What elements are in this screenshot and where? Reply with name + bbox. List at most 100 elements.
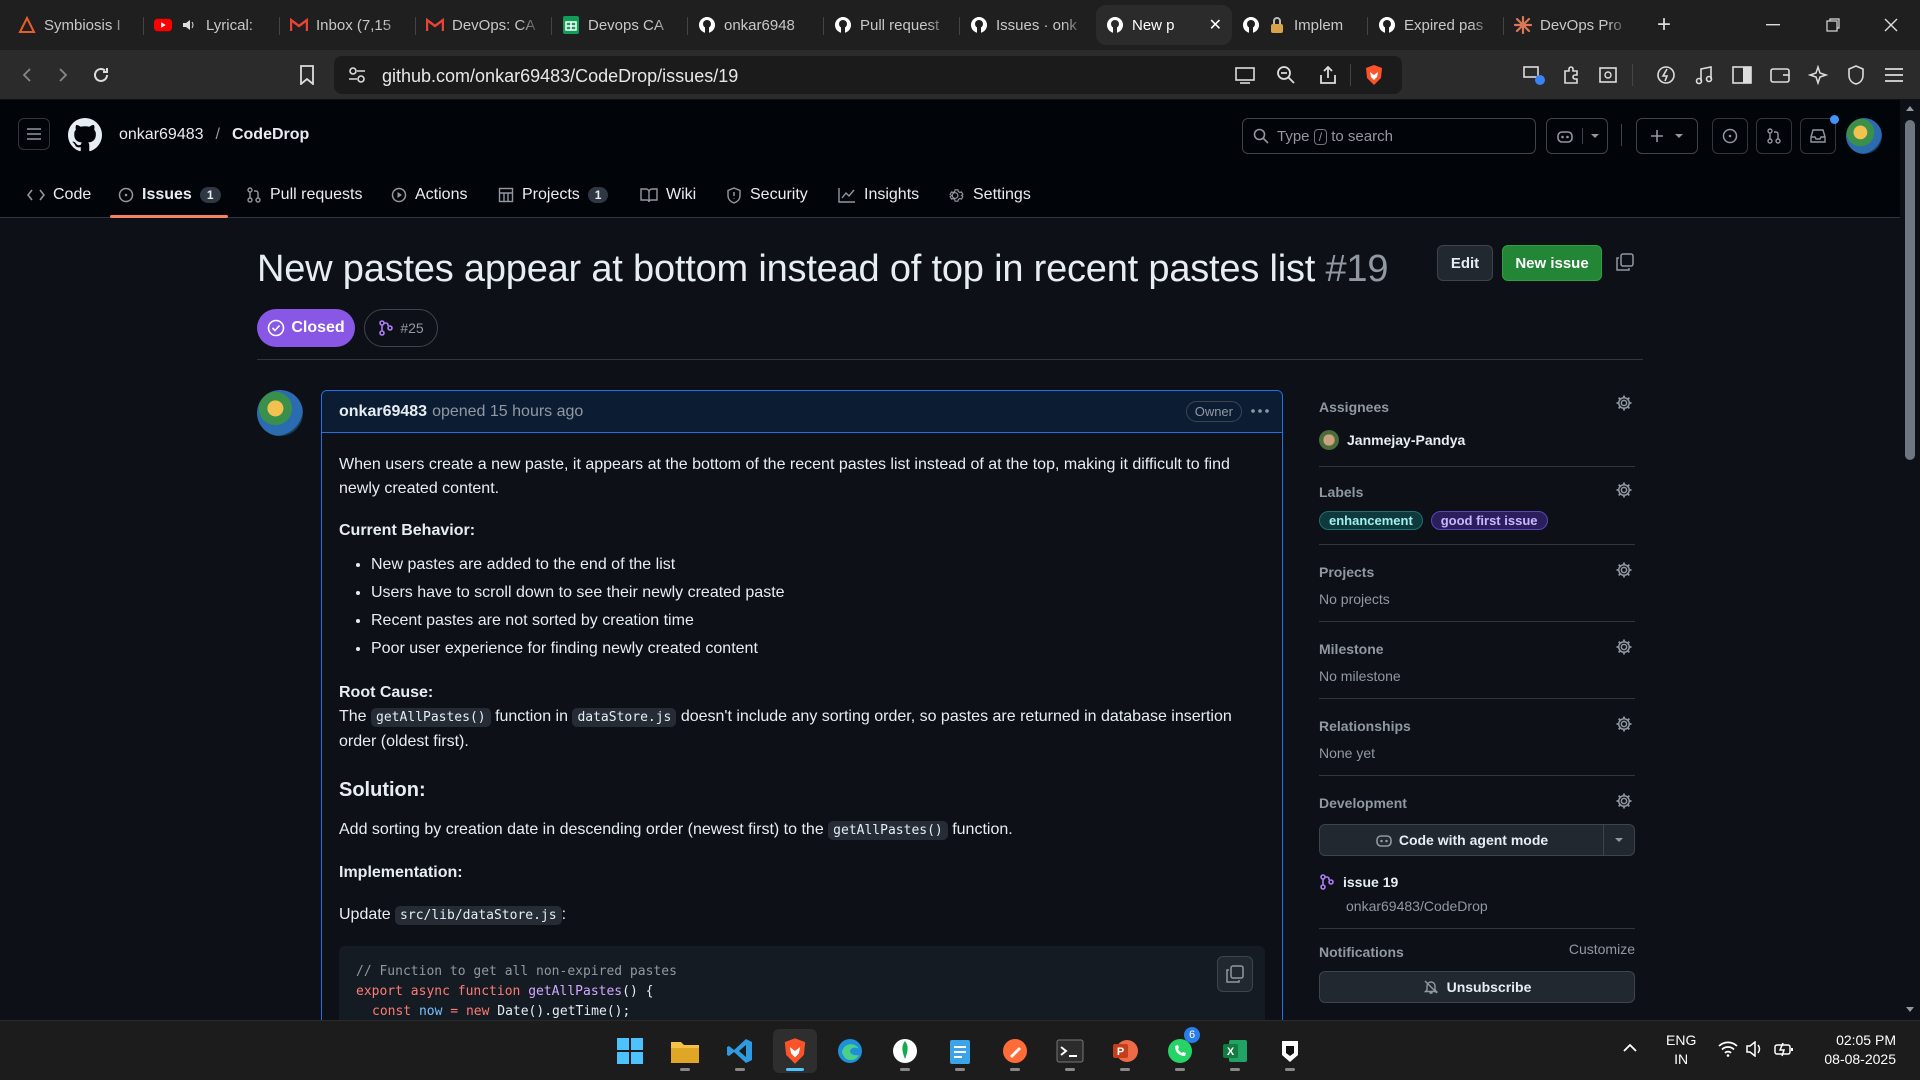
site-settings-icon[interactable] (348, 67, 366, 83)
powerpoint-icon[interactable]: P (1103, 1029, 1147, 1073)
volume-icon[interactable] (1746, 1041, 1764, 1057)
search-input[interactable]: Type / to search (1242, 118, 1536, 154)
scroll-up-icon[interactable] (1905, 104, 1915, 112)
linked-pr-button[interactable]: #25 (364, 309, 438, 347)
shield-vpn-icon[interactable] (1844, 63, 1868, 87)
copilot-button[interactable] (1546, 118, 1608, 154)
tab-insights[interactable]: Insights (838, 172, 919, 218)
chevron-down-icon[interactable] (1583, 133, 1607, 139)
repo-name-link[interactable]: CodeDrop (232, 126, 309, 144)
sidebar-toggle-icon[interactable] (1730, 63, 1754, 87)
unsubscribe-button[interactable]: Unsubscribe (1319, 971, 1635, 1003)
linked-branch-name[interactable]: issue 19 (1343, 874, 1398, 890)
terminal-icon[interactable] (1048, 1029, 1092, 1073)
system-clock[interactable]: 02:05 PM 08-08-2025 (1812, 1031, 1896, 1069)
browser-tab[interactable]: Pull request (824, 5, 960, 45)
file-explorer-icon[interactable] (663, 1029, 707, 1073)
close-tab-icon[interactable]: ✕ (1209, 15, 1222, 35)
create-new-button[interactable] (1636, 118, 1698, 154)
wifi-icon[interactable] (1718, 1041, 1738, 1057)
close-window-button[interactable] (1862, 0, 1920, 50)
github-logo-icon[interactable] (68, 118, 102, 152)
music-icon[interactable] (1692, 63, 1716, 87)
reader-icon[interactable] (1596, 63, 1620, 87)
author-avatar[interactable] (257, 390, 303, 436)
tab-pull-requests[interactable]: Pull requests (246, 172, 363, 218)
label-good-first-issue[interactable]: good first issue (1430, 511, 1548, 530)
tab-security[interactable]: Security (726, 172, 808, 218)
gear-icon[interactable] (1615, 481, 1633, 499)
tab-projects[interactable]: Projects 1 (498, 172, 609, 218)
tab-settings[interactable]: Settings (948, 172, 1031, 218)
zoom-icon[interactable] (1276, 65, 1296, 85)
customize-link[interactable]: Customize (1569, 941, 1635, 957)
browser-tab[interactable]: DevOps: CA (416, 5, 552, 45)
vscode-icon[interactable] (718, 1029, 762, 1073)
copy-code-button[interactable] (1217, 956, 1253, 992)
chevron-down-icon[interactable] (1604, 837, 1634, 843)
minimize-button[interactable] (1744, 0, 1802, 50)
tab-wiki[interactable]: Wiki (640, 172, 696, 218)
browser-tab[interactable]: DevOps Pro (1504, 5, 1640, 45)
browser-tab[interactable]: Inbox (7,15 (280, 5, 416, 45)
browser-tab[interactable]: Expired pas (1368, 5, 1504, 45)
browser-tab[interactable]: Issues · onk (960, 5, 1096, 45)
address-bar[interactable]: github.com/onkar69483/CodeDrop/issues/19 (334, 56, 1402, 94)
brave-browser-icon[interactable] (773, 1029, 817, 1073)
gear-icon[interactable] (1615, 792, 1633, 810)
gear-icon[interactable] (1615, 561, 1633, 579)
user-avatar[interactable] (1846, 118, 1882, 154)
whatsapp-icon[interactable]: 6 (1158, 1027, 1202, 1073)
forward-button[interactable] (50, 62, 76, 88)
more-options-icon[interactable] (1250, 401, 1270, 421)
app-icon[interactable] (1268, 1029, 1312, 1073)
battery-icon[interactable] (1774, 1041, 1794, 1057)
inbox-button[interactable] (1800, 115, 1839, 154)
scroll-down-icon[interactable] (1905, 1006, 1915, 1014)
tab-issues[interactable]: Issues 1 (118, 172, 221, 218)
postman-icon[interactable] (993, 1029, 1037, 1073)
gear-icon[interactable] (1615, 715, 1633, 733)
restore-button[interactable] (1804, 0, 1862, 50)
tab-actions[interactable]: Actions (391, 172, 467, 218)
browser-tab[interactable]: Symbiosis I (8, 5, 144, 45)
mongodb-compass-icon[interactable] (883, 1029, 927, 1073)
issues-shortcut-button[interactable] (1712, 118, 1748, 154)
copy-link-icon[interactable] (1616, 253, 1634, 271)
browser-tab[interactable]: Lyrical: (144, 5, 280, 45)
assignee-name[interactable]: Janmejay-Pandya (1347, 432, 1465, 448)
cast-icon[interactable] (1234, 66, 1256, 84)
page-scrollbar[interactable] (1900, 100, 1920, 1020)
brave-shield-icon[interactable] (1364, 64, 1384, 86)
label-enhancement[interactable]: enhancement (1319, 511, 1423, 530)
assignee-avatar[interactable] (1319, 430, 1339, 450)
tab-code[interactable]: Code (27, 172, 91, 218)
edit-button[interactable]: Edit (1437, 245, 1493, 281)
input-language-indicator[interactable]: ENG IN (1666, 1031, 1696, 1069)
excel-icon[interactable]: X (1213, 1029, 1257, 1073)
bookmark-icon[interactable] (294, 62, 320, 88)
sparkle-icon[interactable] (1806, 63, 1830, 87)
gear-icon[interactable] (1615, 394, 1633, 412)
gear-icon[interactable] (1615, 638, 1633, 656)
new-tab-button[interactable]: + (1646, 7, 1682, 43)
leo-icon[interactable] (1654, 63, 1678, 87)
back-button[interactable] (14, 62, 40, 88)
start-button[interactable] (608, 1029, 652, 1073)
browser-tab[interactable]: Implem (1232, 5, 1368, 45)
repo-owner-link[interactable]: onkar69483 (119, 126, 204, 144)
hamburger-menu-button[interactable] (18, 118, 50, 150)
vpn-icon[interactable] (1522, 63, 1546, 87)
show-hidden-icons-chevron[interactable] (1622, 1043, 1638, 1053)
scrollbar-thumb[interactable] (1905, 120, 1915, 460)
code-with-agent-button[interactable]: Code with agent mode (1319, 824, 1635, 856)
extensions-icon[interactable] (1560, 63, 1584, 87)
share-icon[interactable] (1318, 65, 1338, 85)
reload-button[interactable] (88, 62, 114, 88)
notepad-icon[interactable] (938, 1029, 982, 1073)
browser-tab-active[interactable]: New p ✕ (1096, 5, 1232, 45)
wallet-icon[interactable] (1768, 63, 1792, 87)
pull-requests-shortcut-button[interactable] (1756, 118, 1792, 154)
edge-icon[interactable] (828, 1029, 872, 1073)
browser-tab[interactable]: onkar6948 (688, 5, 824, 45)
